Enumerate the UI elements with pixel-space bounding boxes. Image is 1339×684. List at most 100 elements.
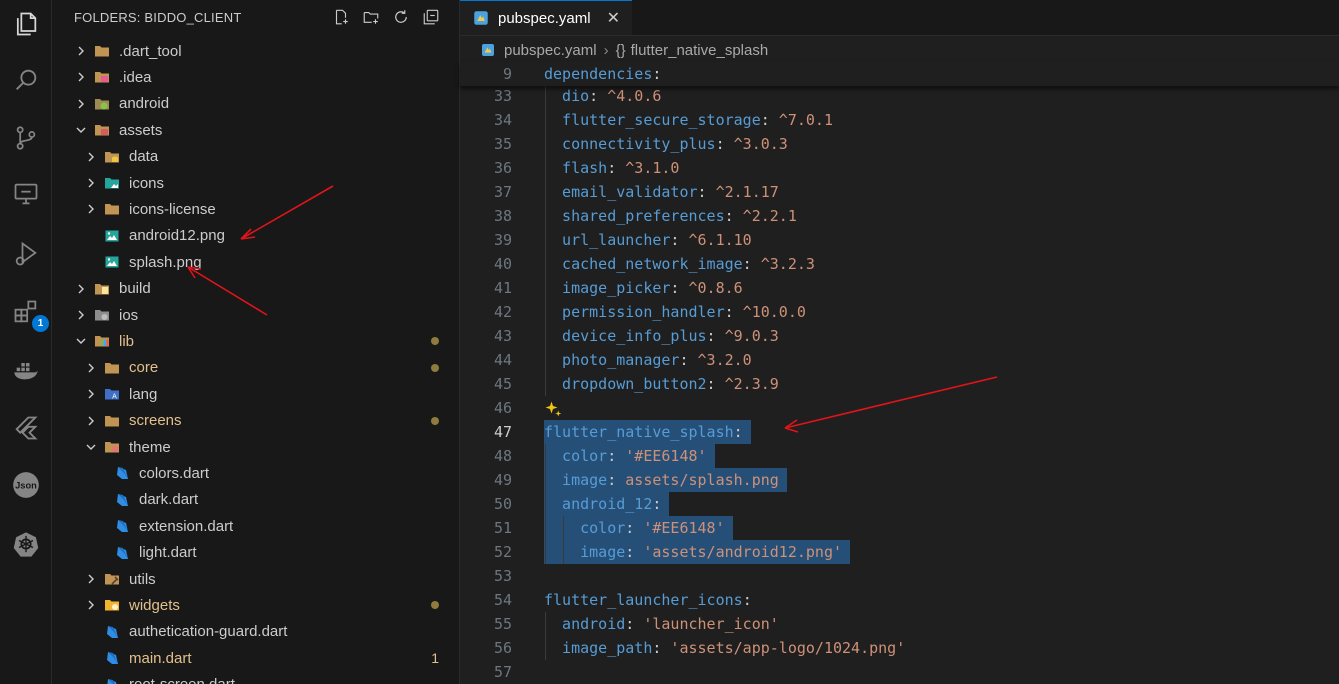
docker-icon[interactable] — [8, 352, 44, 388]
problem-count: 1 — [431, 650, 439, 667]
tree-item[interactable]: theme — [52, 434, 459, 460]
chevron-down-icon[interactable] — [84, 440, 98, 454]
tree-item[interactable]: icons — [52, 170, 459, 196]
code-line[interactable]: url_launcher: ^6.1.10 — [562, 228, 752, 252]
chevron-right-icon[interactable] — [74, 308, 88, 322]
code-line[interactable]: color: '#EE6148' — [562, 444, 707, 468]
code-line[interactable]: android: 'launcher_icon' — [562, 612, 779, 636]
tree-item[interactable]: splash.png — [52, 249, 459, 275]
chevron-right-icon[interactable] — [84, 202, 98, 216]
chevron-right-icon[interactable] — [74, 44, 88, 58]
chevron-right-icon[interactable] — [74, 282, 88, 296]
tree-item[interactable]: light.dart — [52, 540, 459, 566]
yaml-key: flash — [562, 159, 608, 177]
code-line[interactable]: photo_manager: ^3.2.0 — [562, 348, 752, 372]
tree-item[interactable]: .dart_tool — [52, 38, 459, 64]
code-line[interactable]: shared_preferences: ^2.2.1 — [562, 204, 797, 228]
tree-item[interactable]: .idea — [52, 64, 459, 90]
tree-item[interactable]: core — [52, 355, 459, 381]
tree-item[interactable]: android — [52, 91, 459, 117]
tree-item[interactable]: screens — [52, 408, 459, 434]
tree-item[interactable]: android12.png — [52, 223, 459, 249]
code-line[interactable]: email_validator: ^2.1.17 — [562, 180, 779, 204]
source-control-icon[interactable] — [8, 120, 44, 156]
tree-item-label: widgets — [129, 596, 180, 614]
code-line[interactable]: image_path: 'assets/app-logo/1024.png' — [562, 636, 905, 660]
tree-item[interactable]: main.dart 1 — [52, 645, 459, 671]
tree-item[interactable]: authetication-guard.dart — [52, 619, 459, 645]
chevron-right-icon[interactable] — [84, 150, 98, 164]
remote-explorer-icon[interactable] — [8, 176, 44, 212]
yaml-value: ^3.2.3 — [760, 255, 815, 273]
code-line[interactable]: image_picker: ^0.8.6 — [562, 276, 743, 300]
tree-item[interactable]: widgets — [52, 592, 459, 618]
yaml-key: connectivity_plus — [562, 135, 716, 153]
code-line[interactable]: dependencies: — [544, 62, 661, 86]
chevron-right-icon[interactable] — [84, 176, 98, 190]
tree-item-label: build — [119, 280, 151, 298]
json-icon[interactable]: Json — [8, 467, 44, 503]
line-number: 54 — [493, 591, 512, 609]
breadcrumb-file[interactable]: pubspec.yaml — [504, 42, 597, 59]
sparkle-icon[interactable] — [544, 399, 562, 417]
chevron-right-icon[interactable] — [74, 97, 88, 111]
chevron-right-icon[interactable] — [74, 70, 88, 84]
tree-item[interactable]: data — [52, 144, 459, 170]
code-line[interactable]: dropdown_button2: ^2.3.9 — [562, 372, 779, 396]
refresh-icon[interactable] — [392, 8, 410, 26]
tree-item[interactable]: Alang — [52, 381, 459, 407]
code-line[interactable]: connectivity_plus: ^3.0.3 — [562, 132, 788, 156]
tree-item[interactable]: extension.dart — [52, 513, 459, 539]
code-line[interactable]: image: 'assets/android12.png' — [580, 540, 842, 564]
line-number: 33 — [493, 87, 512, 105]
sticky-scroll-header[interactable]: 9 dependencies: — [460, 62, 1339, 86]
code-line[interactable] — [544, 396, 562, 420]
code-line[interactable]: device_info_plus: ^9.0.3 — [562, 324, 779, 348]
tree-item[interactable]: ios — [52, 302, 459, 328]
collapse-all-icon[interactable] — [422, 8, 440, 26]
tab-pubspec-yaml[interactable]: pubspec.yaml ✕ — [460, 0, 632, 35]
code-line[interactable]: flutter_native_splash: — [544, 420, 743, 444]
run-debug-icon[interactable] — [8, 236, 44, 272]
tree-item[interactable]: colors.dart — [52, 460, 459, 486]
tree-item[interactable]: build — [52, 276, 459, 302]
line-number: 34 — [493, 111, 512, 129]
yaml-value: ^3.2.0 — [697, 351, 752, 369]
chevron-right-icon[interactable] — [84, 414, 98, 428]
code-line[interactable]: flutter_launcher_icons: — [544, 588, 752, 612]
code-line[interactable]: image: assets/splash.png — [562, 468, 779, 492]
code-line[interactable]: cached_network_image: ^3.2.3 — [562, 252, 815, 276]
code-line[interactable]: permission_handler: ^10.0.0 — [562, 300, 806, 324]
explorer-sidebar: FOLDERS: BIDDO_CLIENT .dart_tool .idea and… — [52, 0, 460, 684]
code-editor[interactable]: 33 dio: ^4.0.6 34 flutter_secure_storage: ^… — [460, 62, 1339, 684]
code-line[interactable]: flash: ^3.1.0 — [562, 156, 679, 180]
new-folder-icon[interactable] — [362, 8, 380, 26]
flutter-icon[interactable] — [8, 410, 44, 446]
chevron-right-icon[interactable] — [84, 387, 98, 401]
tree-item[interactable]: dark.dart — [52, 487, 459, 513]
tree-item[interactable]: assets — [52, 117, 459, 143]
code-line[interactable]: flutter_secure_storage: ^7.0.1 — [562, 108, 833, 132]
tree-item[interactable]: root-screen.dart — [52, 672, 459, 684]
kubernetes-icon[interactable] — [8, 526, 44, 562]
code-line[interactable]: android_12: — [562, 492, 661, 516]
chevron-right-icon[interactable] — [84, 572, 98, 586]
tree-item-label: lib — [119, 332, 135, 350]
close-icon[interactable]: ✕ — [607, 8, 620, 28]
chevron-right-icon[interactable] — [84, 361, 98, 375]
tree-item[interactable]: icons-license — [52, 196, 459, 222]
chevron-down-icon[interactable] — [74, 334, 88, 348]
yaml-key: image — [562, 471, 608, 489]
chevron-right-icon[interactable] — [84, 598, 98, 612]
tree-item-label: core — [129, 359, 159, 377]
tree-item[interactable]: lib — [52, 328, 459, 354]
search-icon[interactable] — [8, 62, 44, 98]
new-file-icon[interactable] — [332, 8, 350, 26]
tree-item[interactable]: utils — [52, 566, 459, 592]
breadcrumb-symbol[interactable]: flutter_native_splash — [631, 42, 769, 59]
code-line[interactable]: color: '#EE6148' — [580, 516, 725, 540]
extensions-icon[interactable]: 1 — [8, 294, 49, 332]
chevron-down-icon[interactable] — [74, 123, 88, 137]
explorer-icon[interactable] — [8, 6, 44, 42]
code-line[interactable]: dio: ^4.0.6 — [562, 84, 661, 108]
